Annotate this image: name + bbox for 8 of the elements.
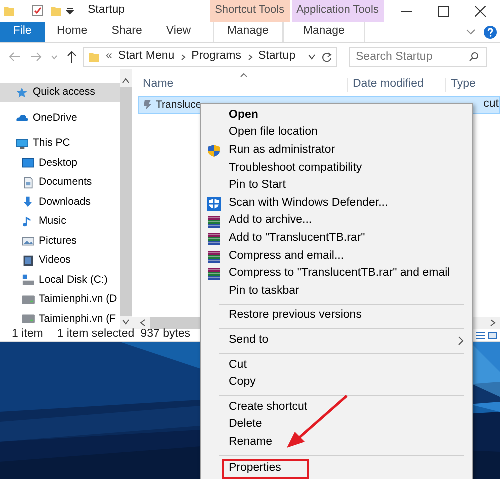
status-text: 1 item [12,328,44,342]
file-type: cut [484,98,499,112]
tab-group-header: Application Tools [292,0,384,22]
window-title: Startup [88,4,126,18]
file-name: Transluce [156,98,202,112]
tab-group-header: Shortcut Tools [210,0,290,22]
status-text: 1 item selected [57,328,135,342]
status-text: 937 bytes [140,328,191,342]
